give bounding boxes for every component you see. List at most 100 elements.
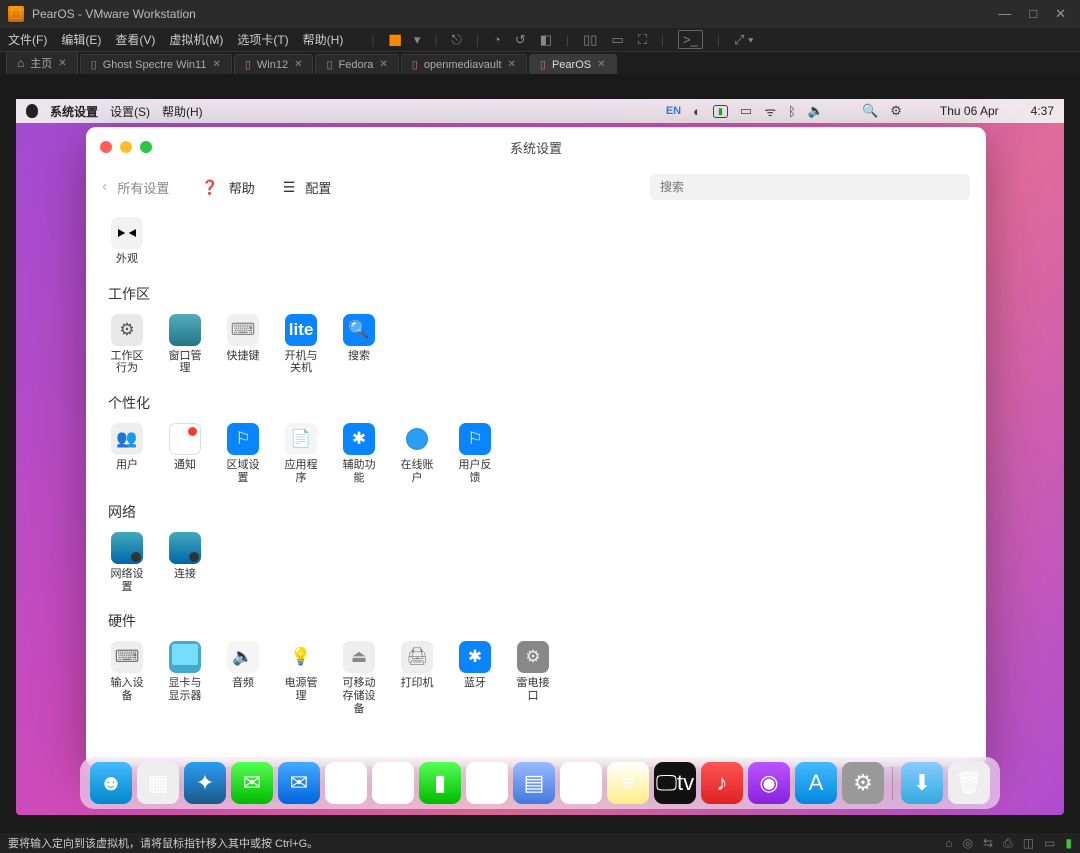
- sound-icon[interactable]: 🔈: [808, 103, 824, 119]
- vm-menu-0[interactable]: 文件(F): [8, 33, 47, 47]
- setting-feedback[interactable]: ⚐用户反馈: [454, 423, 496, 484]
- status-disk-icon[interactable]: ⌂: [945, 836, 952, 851]
- snapshot-icon[interactable]: ◔: [493, 32, 501, 47]
- help-label[interactable]: 帮助: [229, 178, 255, 197]
- revert-icon[interactable]: ↺: [515, 32, 526, 48]
- wifi-icon[interactable]: ᯤ: [764, 102, 776, 120]
- view1-icon[interactable]: ▯▯: [583, 32, 597, 48]
- lang-indicator[interactable]: EN: [666, 105, 681, 117]
- back-icon[interactable]: ‹: [102, 178, 107, 196]
- config-label[interactable]: 配置: [305, 178, 331, 197]
- status-sound-icon[interactable]: ▭: [1044, 836, 1055, 851]
- dock-finder[interactable]: ☻: [90, 762, 132, 804]
- setting-display[interactable]: 显卡与显示器: [164, 641, 206, 715]
- setting-region[interactable]: ⚐区域设置: [222, 423, 264, 484]
- tab-close-icon[interactable]: ✕: [212, 59, 220, 70]
- zoom-icon[interactable]: [140, 141, 152, 153]
- setting-appearance[interactable]: 外观: [106, 217, 148, 266]
- control-icon[interactable]: ⚙: [890, 103, 902, 119]
- dock-mail[interactable]: ✉: [278, 762, 320, 804]
- dock-maps[interactable]: ✈: [325, 762, 367, 804]
- back-label[interactable]: 所有设置: [117, 178, 169, 197]
- fullscreen-icon[interactable]: ⤢ ▾: [734, 32, 753, 48]
- search-icon[interactable]: 🔍: [862, 103, 878, 119]
- setting-bluetooth[interactable]: ✱蓝牙: [454, 641, 496, 715]
- setting-removable[interactable]: ⏏可移动存储设备: [338, 641, 380, 715]
- dock-files[interactable]: ▤: [513, 762, 555, 804]
- bluetooth-icon[interactable]: ᛒ: [788, 104, 796, 119]
- clock-date[interactable]: Thu 06 Apr: [940, 104, 999, 118]
- tray-icon-1[interactable]: ◐: [693, 104, 701, 119]
- vm-tab-PearOS[interactable]: ▯ PearOS ✕: [529, 54, 617, 74]
- dock-settings[interactable]: ⚙: [842, 762, 884, 804]
- dock-facetime[interactable]: ▮: [419, 762, 461, 804]
- window-close-icon[interactable]: ✕: [1055, 6, 1066, 22]
- dock-calendar[interactable]: JUN 22: [466, 762, 508, 804]
- dock-downloads[interactable]: ⬇: [901, 762, 943, 804]
- manage-icon[interactable]: ◧: [540, 32, 552, 48]
- setting-printer[interactable]: 🖨打印机: [396, 641, 438, 715]
- setting-notif[interactable]: 通知: [164, 423, 206, 484]
- setting-input[interactable]: ⌨输入设备: [106, 641, 148, 715]
- vm-tab-Fedora[interactable]: ▯ Fedora ✕: [315, 54, 398, 74]
- pear-logo-icon[interactable]: [26, 104, 38, 118]
- view2-icon[interactable]: ▭: [611, 32, 623, 48]
- setting-window[interactable]: 窗口管理: [164, 314, 206, 375]
- vm-menu-5[interactable]: 帮助(H): [303, 33, 344, 47]
- setting-thunderbolt[interactable]: ⚙雷电接口: [512, 641, 554, 715]
- battery-icon[interactable]: ▮: [713, 105, 728, 118]
- vm-tab-主页[interactable]: ⌂ 主页 ✕: [6, 51, 78, 74]
- vm-menu-2[interactable]: 查看(V): [115, 33, 155, 47]
- menu-settings[interactable]: 设置(S): [110, 103, 150, 120]
- setting-shortcut[interactable]: ⌨快捷键: [222, 314, 264, 375]
- power-icon[interactable]: ⎋: [452, 32, 462, 48]
- setting-online[interactable]: 在线账户: [396, 423, 438, 484]
- tab-close-icon[interactable]: ✕: [597, 59, 605, 70]
- vm-menu-4[interactable]: 选项卡(T): [237, 33, 288, 47]
- status-running-icon[interactable]: ▮: [1065, 836, 1072, 851]
- tab-close-icon[interactable]: ✕: [508, 59, 516, 70]
- setting-startup[interactable]: lite开机与关机: [280, 314, 322, 375]
- setting-power[interactable]: 💡电源管理: [280, 641, 322, 715]
- window-minimize-icon[interactable]: —: [998, 6, 1011, 22]
- dock-music[interactable]: ♪: [701, 762, 743, 804]
- setting-workspace[interactable]: ⚙工作区行为: [106, 314, 148, 375]
- status-print-icon[interactable]: ⎙: [1003, 836, 1013, 851]
- status-cd-icon[interactable]: ◎: [963, 836, 973, 851]
- menu-help[interactable]: 帮助(H): [162, 103, 203, 120]
- setting-search[interactable]: 🔍搜索: [338, 314, 380, 375]
- dock-contacts[interactable]: ☰: [560, 762, 602, 804]
- dock-trash[interactable]: 🗑: [948, 762, 990, 804]
- search-input[interactable]: [650, 174, 970, 200]
- setting-audio[interactable]: 🔈音频: [222, 641, 264, 715]
- network-icon[interactable]: ▭: [740, 103, 752, 119]
- setting-users[interactable]: 👥用户: [106, 423, 148, 484]
- vm-tab-Win12[interactable]: ▯ Win12 ✕: [234, 54, 314, 74]
- clock-time[interactable]: 4:37: [1031, 104, 1054, 118]
- tab-close-icon[interactable]: ✕: [58, 58, 66, 69]
- view3-icon[interactable]: ⛶: [638, 32, 647, 48]
- dock-launchpad[interactable]: ▦: [137, 762, 179, 804]
- tab-close-icon[interactable]: ✕: [379, 59, 387, 70]
- dock-tv[interactable]: 🖵tv: [654, 762, 696, 804]
- vm-tab-openmediavault[interactable]: ▯ openmediavault ✕: [401, 54, 527, 74]
- dock-messages[interactable]: ✉: [231, 762, 273, 804]
- dock-appstore[interactable]: A: [795, 762, 837, 804]
- status-usb-icon[interactable]: ◫: [1023, 836, 1034, 851]
- vm-tab-Ghost Spectre Win11[interactable]: ▯ Ghost Spectre Win11 ✕: [80, 54, 232, 74]
- minimize-icon[interactable]: [120, 141, 132, 153]
- dock-safari[interactable]: ✦: [184, 762, 226, 804]
- dock-podcasts[interactable]: ◉: [748, 762, 790, 804]
- close-icon[interactable]: [100, 141, 112, 153]
- tab-close-icon[interactable]: ✕: [294, 59, 302, 70]
- window-maximize-icon[interactable]: □: [1029, 6, 1037, 22]
- setting-a11y[interactable]: ✱辅助功能: [338, 423, 380, 484]
- vm-menu-3[interactable]: 虚拟机(M): [169, 33, 223, 47]
- setting-apps[interactable]: 📄应用程序: [280, 423, 322, 484]
- pause-icon[interactable]: ▮▮: [388, 31, 399, 48]
- dock-photos[interactable]: ✿: [372, 762, 414, 804]
- setting-conn[interactable]: 连接: [164, 532, 206, 593]
- setting-net[interactable]: 网络设置: [106, 532, 148, 593]
- console-icon[interactable]: >_: [678, 30, 703, 49]
- status-net-icon[interactable]: ⇆: [983, 836, 993, 851]
